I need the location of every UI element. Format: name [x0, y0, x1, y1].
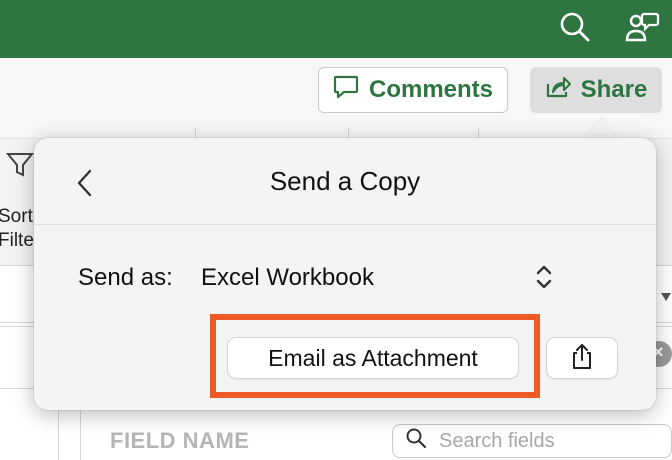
search-icon: [405, 427, 427, 455]
popover-title: Send a Copy: [269, 166, 421, 196]
popover-arrow: [583, 117, 619, 139]
search-icon[interactable]: [558, 10, 592, 49]
sort-label-edge: Sort: [0, 206, 33, 227]
filter-icon[interactable]: [5, 150, 36, 185]
comments-label: Comments: [368, 76, 494, 103]
share-sheet-button[interactable]: [547, 338, 617, 378]
send-as-select[interactable]: Excel Workbook: [201, 264, 374, 292]
chat-person-icon[interactable]: [622, 10, 660, 51]
title-bar: [0, 0, 672, 58]
field-name-header: FIELD NAME: [110, 428, 250, 453]
send-as-label: Send as:: [78, 264, 173, 291]
filter-label-edge: Filte: [0, 230, 34, 251]
email-as-attachment-button[interactable]: Email as Attachment: [228, 338, 518, 378]
share-sheet-icon: [570, 342, 594, 375]
send-a-copy-popover: Send a Copy Send as: Excel Workbook Emai…: [34, 138, 656, 410]
search-fields-input[interactable]: Search fields: [392, 424, 672, 458]
share-icon: [545, 74, 571, 107]
email-as-attachment-label: Email as Attachment: [268, 344, 478, 371]
comments-button[interactable]: Comments: [318, 67, 508, 113]
stepper-icon[interactable]: [534, 262, 554, 297]
popover-divider: [34, 224, 656, 225]
share-button[interactable]: Share: [530, 67, 662, 113]
search-placeholder: Search fields: [439, 429, 555, 452]
share-label: Share: [580, 76, 648, 103]
chevron-down-icon[interactable]: [660, 290, 672, 308]
comment-icon: [333, 74, 359, 107]
